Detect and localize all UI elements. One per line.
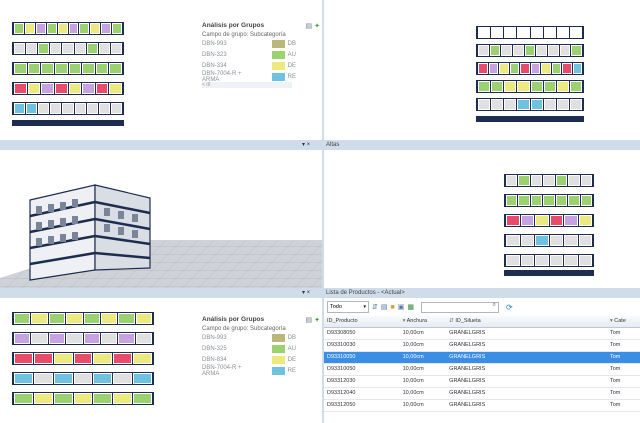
3d-scene[interactable] [0,150,322,288]
table-row[interactable]: D93308050 10,00cm GRANELGRIS Tom [324,328,640,340]
legend-scrollbar[interactable]: < III [202,82,292,88]
product-table[interactable]: ID_Producto ▾ Anchura ⇵ ID_Silueta ▾ Cat… [324,316,640,412]
column-header[interactable]: ⇵ ID_Silueta [446,316,607,327]
table-row[interactable]: D93310030 10,00cm GRANELGRIS Tom [324,340,640,352]
group-analysis-legend-bottom: ▤ ✦ Análisis por Grupos Campo de grupo: … [202,316,320,377]
legend-item[interactable]: DBN-325 AU [202,343,296,354]
excel-icon[interactable]: ▦ [407,303,414,311]
planogram-view-top-left[interactable]: ▤ ✦ Análisis por Grupos Campo de grupo: … [0,0,322,140]
paint-brush-icon[interactable]: ✦ [314,317,320,324]
color-swatch [272,355,285,364]
export-icon[interactable]: ▤ [306,317,313,324]
planogram-view-top-right[interactable] [324,0,640,140]
legend-item[interactable]: DBN-834 DE [202,354,296,365]
legend-title: Análisis por Grupos [202,22,265,29]
legend-toolbar[interactable]: ▤ ✦ [306,316,320,324]
paint-brush-icon[interactable]: ✦ [314,23,320,30]
horizontal-splitter[interactable]: ▾ × Altas [0,140,640,150]
gondola-front [29,184,96,281]
pin-icon[interactable]: ▾ × [302,140,310,150]
legend-title: Análisis por Grupos [202,316,265,323]
3d-view[interactable] [0,150,322,288]
shelf-fixture[interactable] [476,24,584,128]
color-swatch [272,333,285,342]
group-analysis-legend: ▤ ✦ Análisis por Grupos Campo de grupo: … [202,22,320,88]
color-swatch [272,39,285,48]
table-row[interactable]: D93310050 10,00cm GRANELGRIS Tom [324,364,640,376]
color-swatch [272,61,285,70]
column-header[interactable]: ID_Producto [324,316,400,327]
shelf-fixture[interactable] [12,20,124,132]
folder-icon[interactable]: ■ [391,304,395,311]
table-row[interactable]: D93312050 10,00cm GRANELGRIS Tom [324,400,640,412]
refresh-icon[interactable]: ⟳ [506,303,513,312]
column-header[interactable]: ▾ Anchura [400,316,447,327]
search-input[interactable]: ⌕ [420,301,499,313]
columns-icon[interactable]: ▤ [381,303,388,311]
column-header[interactable]: ▾ Cate [607,316,640,327]
legend-item[interactable]: DBN-7004-R + ARMA RE [202,365,296,377]
table-row[interactable]: D93312030 10,00cm GRANELGRIS Tom [324,376,640,388]
shelf-fixture[interactable] [12,306,154,418]
filter-select[interactable]: Todo ▾ [327,301,369,313]
horizontal-splitter-bottom[interactable]: ▾ × Lista de Productos - <Actual> [0,288,640,298]
legend-item[interactable]: DBN-993 DB [202,38,296,49]
shelf-fixture[interactable] [504,164,594,276]
panel-title-alta: Altas [326,142,340,148]
legend-item[interactable]: DBN-993 DB [202,332,296,343]
color-swatch [272,50,285,59]
color-swatch [272,366,285,375]
color-swatch [272,72,285,81]
search-icon[interactable]: ⌕ [493,302,496,309]
print-icon[interactable]: ▣ [398,303,405,311]
export-icon[interactable]: ▤ [306,23,313,30]
legend-item[interactable]: DBN-334 DE [202,60,296,71]
chevron-down-icon: ▾ [363,304,366,310]
legend-subtitle: Campo de grupo: Subcategoría [202,32,286,38]
table-row-selected[interactable]: D93310050 10,00cm GRANELGRIS Tom [324,352,640,364]
color-swatch [272,344,285,353]
product-list-toolbar: Todo ▾ ⇵ ▤ ■ ▣ ▦ ⌕ ⟳ [324,300,640,314]
product-list-panel[interactable]: Todo ▾ ⇵ ▤ ■ ▣ ▦ ⌕ ⟳ ID_Producto ▾ Anchu… [324,298,640,423]
table-row[interactable]: D93312040 10,00cm GRANELGRIS Tom [324,388,640,400]
legend-item[interactable]: DBN-323 AU [202,49,296,60]
planogram-view-middle-right[interactable] [324,150,640,288]
sort-icon[interactable]: ⇵ [372,303,378,311]
legend-toolbar[interactable]: ▤ ✦ [306,22,320,30]
legend-subtitle: Campo de grupo: Subcategoría [202,326,286,332]
product-list-title: Lista de Productos - <Actual> [326,290,405,296]
legend-item[interactable]: DBN-7004-R + ARMA RE [202,71,296,83]
table-header: ID_Producto ▾ Anchura ⇵ ID_Silueta ▾ Cat… [324,316,640,328]
planogram-view-bottom-left[interactable]: ▤ ✦ Análisis por Grupos Campo de grupo: … [0,298,322,423]
pin-icon[interactable]: ▾ × [302,288,310,298]
